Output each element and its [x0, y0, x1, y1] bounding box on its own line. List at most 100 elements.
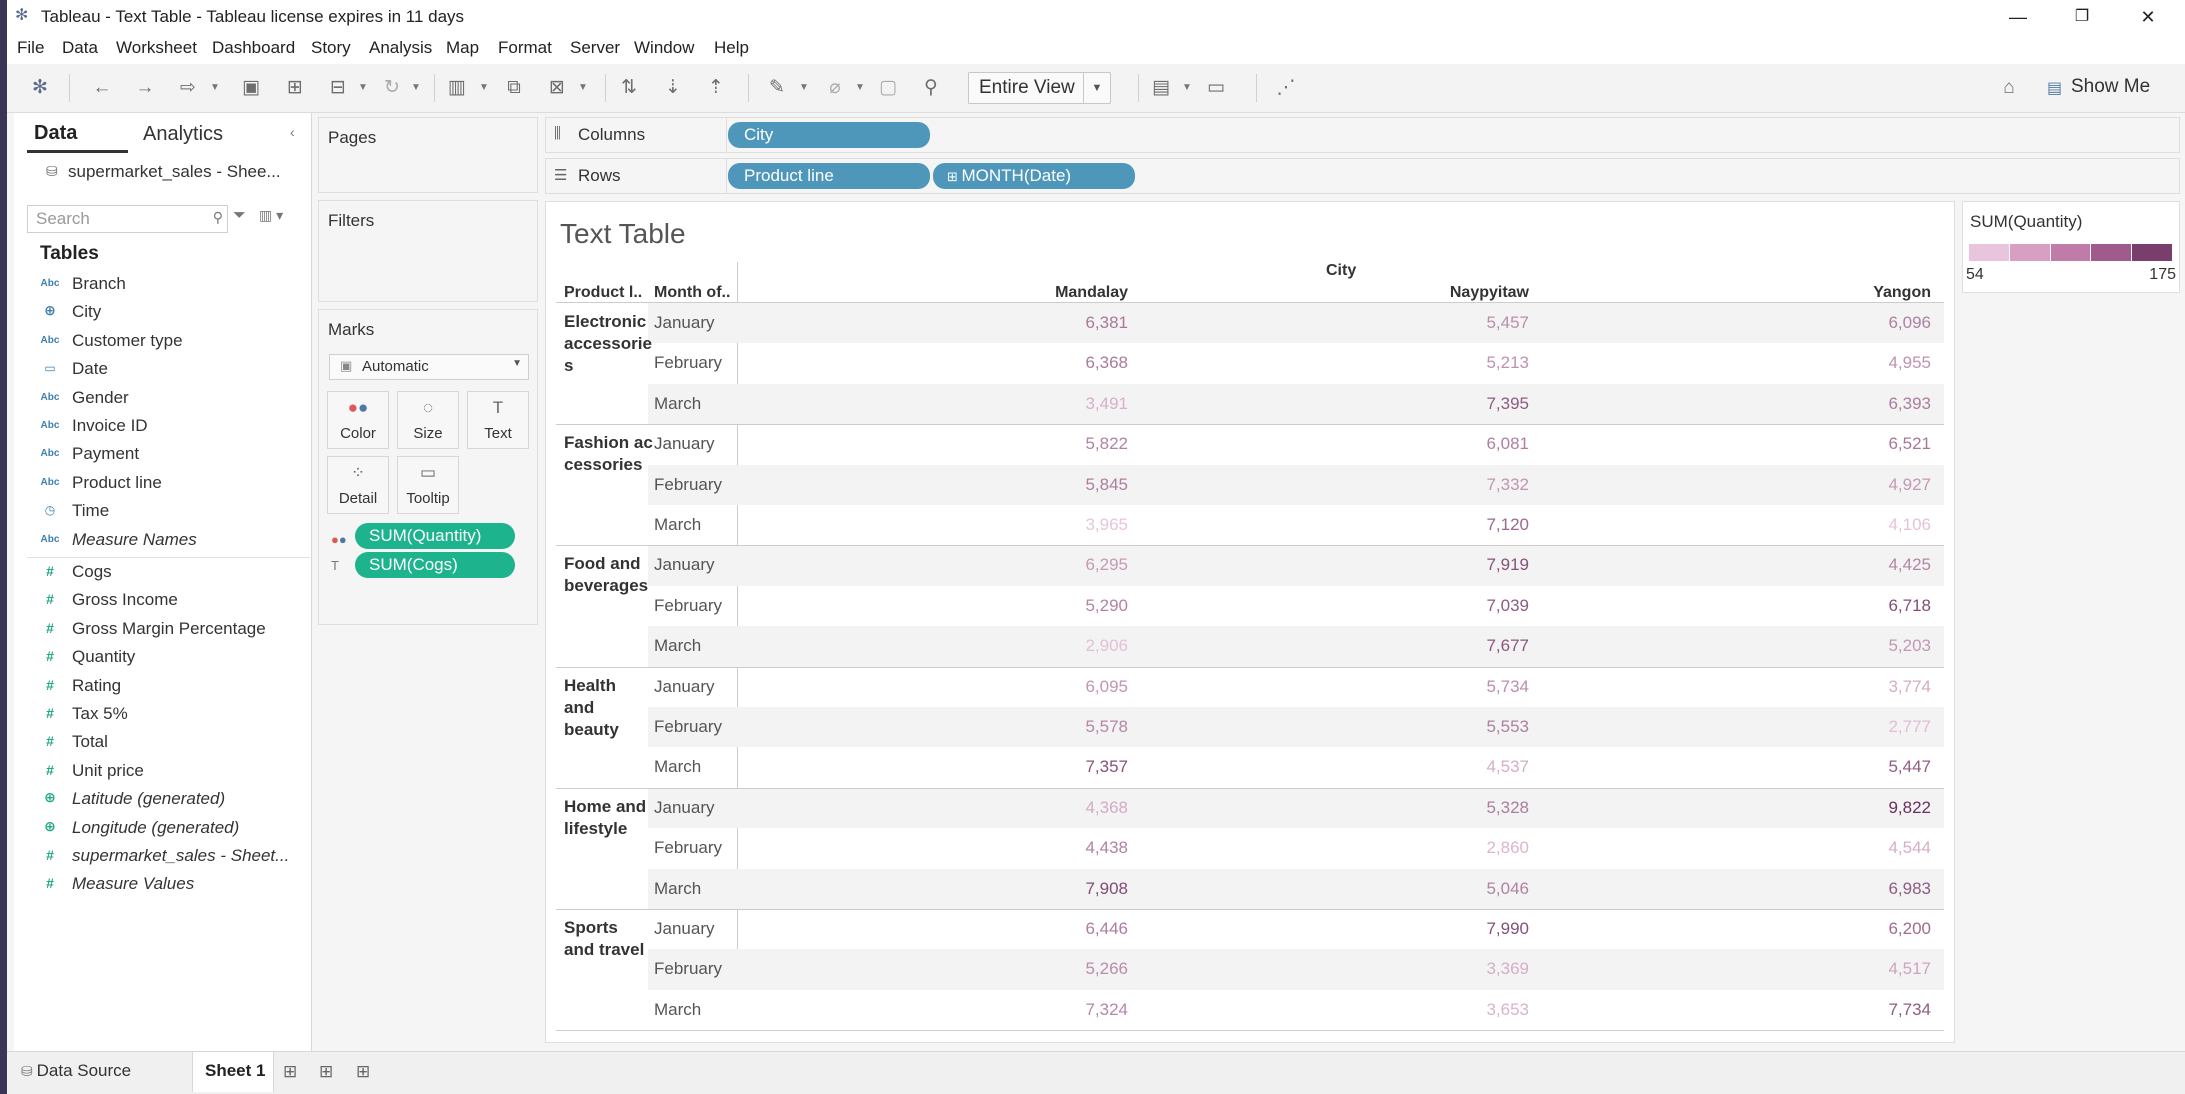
table-cell[interactable]: 6,381 [928, 313, 1128, 333]
field-item[interactable]: # Gross Margin Percentage [40, 618, 310, 642]
table-cell[interactable]: 5,203 [1731, 636, 1931, 656]
new-worksheet-icon[interactable]: ▥ [444, 76, 470, 100]
table-cell[interactable]: 3,491 [928, 394, 1128, 414]
table-cell[interactable]: 6,095 [928, 677, 1128, 697]
field-item[interactable]: # Gross Income [40, 589, 310, 613]
new-worksheet-icon[interactable]: ⊞ [283, 1062, 297, 1082]
field-item[interactable]: ⊕ Longitude (generated) [40, 817, 310, 841]
table-cell[interactable]: 4,368 [928, 798, 1128, 818]
table-cell[interactable]: 7,990 [1329, 919, 1529, 939]
field-item[interactable]: ◷ Time [40, 500, 310, 524]
table-cell[interactable]: 6,200 [1731, 919, 1931, 939]
menu-worksheet[interactable]: Worksheet [116, 38, 197, 58]
table-cell[interactable]: 6,368 [928, 353, 1128, 373]
table-cell[interactable]: 3,369 [1329, 959, 1529, 979]
field-item[interactable]: # Unit price [40, 760, 310, 784]
filter-icon[interactable]: ⏷ [233, 207, 246, 225]
table-cell[interactable]: 6,081 [1329, 434, 1529, 454]
menu-data[interactable]: Data [62, 38, 98, 58]
table-cell[interactable]: 7,324 [928, 1000, 1128, 1020]
table-cell[interactable]: 6,718 [1731, 596, 1931, 616]
pause-caret-icon[interactable]: ▼ [358, 78, 368, 98]
pause-updates-icon[interactable]: ⊟ [325, 76, 351, 100]
table-cell[interactable]: 7,332 [1329, 475, 1529, 495]
sum-cogs-pill[interactable]: SUM(Cogs) [355, 552, 515, 578]
field-search-input[interactable]: Search ⚲ [27, 205, 228, 233]
table-cell[interactable]: 5,447 [1731, 757, 1931, 777]
month-date-pill[interactable]: ⊞ MONTH(Date) [933, 163, 1135, 189]
city-pill[interactable]: City [728, 122, 930, 148]
mark-type-dropdown[interactable]: ▣ Automatic ▼ [329, 354, 529, 380]
menu-file[interactable]: File [17, 38, 44, 58]
table-cell[interactable]: 7,120 [1329, 515, 1529, 535]
menu-analysis[interactable]: Analysis [369, 38, 432, 58]
show-cards-caret-icon[interactable]: ▼ [1182, 78, 1192, 98]
detail-button[interactable]: ⁘ Detail [327, 456, 389, 514]
columns-shelf[interactable]: ⫼ Columns City [545, 117, 2180, 153]
table-cell[interactable]: 6,521 [1731, 434, 1931, 454]
minimize-button[interactable]: — [1994, 2, 2042, 32]
field-item[interactable]: ⊕ Latitude (generated) [40, 788, 310, 812]
refresh-caret-icon[interactable]: ▼ [411, 78, 421, 98]
undo-icon[interactable]: ← [89, 76, 115, 100]
field-item[interactable]: Abc Product line [40, 472, 310, 496]
tab-analytics[interactable]: Analytics [143, 123, 223, 146]
tooltip-button[interactable]: ▭ Tooltip [397, 456, 459, 514]
table-cell[interactable]: 5,578 [928, 717, 1128, 737]
field-item[interactable]: # Measure Values [40, 873, 310, 897]
rows-shelf[interactable]: ☰ Rows Product line ⊞ MONTH(Date) [545, 158, 2180, 194]
sort-descending-icon[interactable]: ⇡ [703, 76, 729, 100]
size-button[interactable]: ◌ Size [397, 391, 459, 449]
show-cards-icon[interactable]: ▤ [1148, 76, 1174, 100]
save-icon[interactable]: ▣ [238, 76, 264, 100]
field-item[interactable]: # Quantity [40, 646, 310, 670]
table-cell[interactable]: 7,919 [1329, 555, 1529, 575]
table-cell[interactable]: 5,266 [928, 959, 1128, 979]
show-me-button[interactable]: ▤ Show Me [2043, 74, 2173, 102]
pages-card[interactable]: Pages [318, 117, 538, 193]
fit-dropdown[interactable]: Entire View ▼ [968, 72, 1111, 104]
table-cell[interactable]: 5,213 [1329, 353, 1529, 373]
table-cell[interactable]: 7,039 [1329, 596, 1529, 616]
table-cell[interactable]: 4,955 [1731, 353, 1931, 373]
table-cell[interactable]: 3,774 [1731, 677, 1931, 697]
field-item[interactable]: # Total [40, 731, 310, 755]
replay-caret-icon[interactable]: ▼ [210, 78, 220, 98]
table-cell[interactable]: 6,393 [1731, 394, 1931, 414]
menu-map[interactable]: Map [446, 38, 479, 58]
menu-server[interactable]: Server [570, 38, 620, 58]
presentation-mode-icon[interactable]: ▭ [1203, 76, 1229, 100]
redo-icon[interactable]: → [132, 76, 158, 100]
table-cell[interactable]: 4,517 [1731, 959, 1931, 979]
table-cell[interactable]: 3,653 [1329, 1000, 1529, 1020]
field-item[interactable]: Abc Payment [40, 443, 310, 467]
column-header-naypyitaw[interactable]: Naypyitaw [1329, 284, 1529, 302]
data-source-tab[interactable]: ⛁ Data Source [21, 1061, 131, 1081]
table-cell[interactable]: 9,822 [1731, 798, 1931, 818]
replay-icon[interactable]: ⇨ [175, 76, 201, 100]
new-worksheet-caret-icon[interactable]: ▼ [479, 78, 489, 98]
table-cell[interactable]: 2,860 [1329, 838, 1529, 858]
sort-ascending-icon[interactable]: ⇣ [660, 76, 686, 100]
format-painter-icon[interactable]: ⌂ [1996, 76, 2022, 100]
menu-format[interactable]: Format [498, 38, 552, 58]
menu-help[interactable]: Help [714, 38, 749, 58]
field-item[interactable]: # Cogs [40, 561, 310, 585]
field-item[interactable]: Abc Measure Names [40, 529, 310, 553]
table-cell[interactable]: 4,106 [1731, 515, 1931, 535]
table-cell[interactable]: 4,537 [1329, 757, 1529, 777]
field-item[interactable]: ▭ Date [40, 358, 310, 382]
filters-card[interactable]: Filters [318, 200, 538, 302]
view-options-icon[interactable]: ▥ ▾ [259, 207, 283, 224]
highlight-caret-icon[interactable]: ▼ [799, 78, 809, 98]
table-cell[interactable]: 6,096 [1731, 313, 1931, 333]
row-header-month[interactable]: Month of.. [654, 284, 730, 302]
new-story-icon[interactable]: ⊞ [356, 1062, 370, 1082]
field-item[interactable]: ⊕ City [40, 301, 310, 325]
table-cell[interactable]: 4,544 [1731, 838, 1931, 858]
field-item[interactable]: Abc Gender [40, 387, 310, 411]
new-data-source-icon[interactable]: ⊞ [282, 76, 308, 100]
close-button[interactable]: ✕ [2124, 2, 2172, 32]
share-icon[interactable]: ⋰ [1273, 76, 1299, 100]
table-cell[interactable]: 7,357 [928, 757, 1128, 777]
